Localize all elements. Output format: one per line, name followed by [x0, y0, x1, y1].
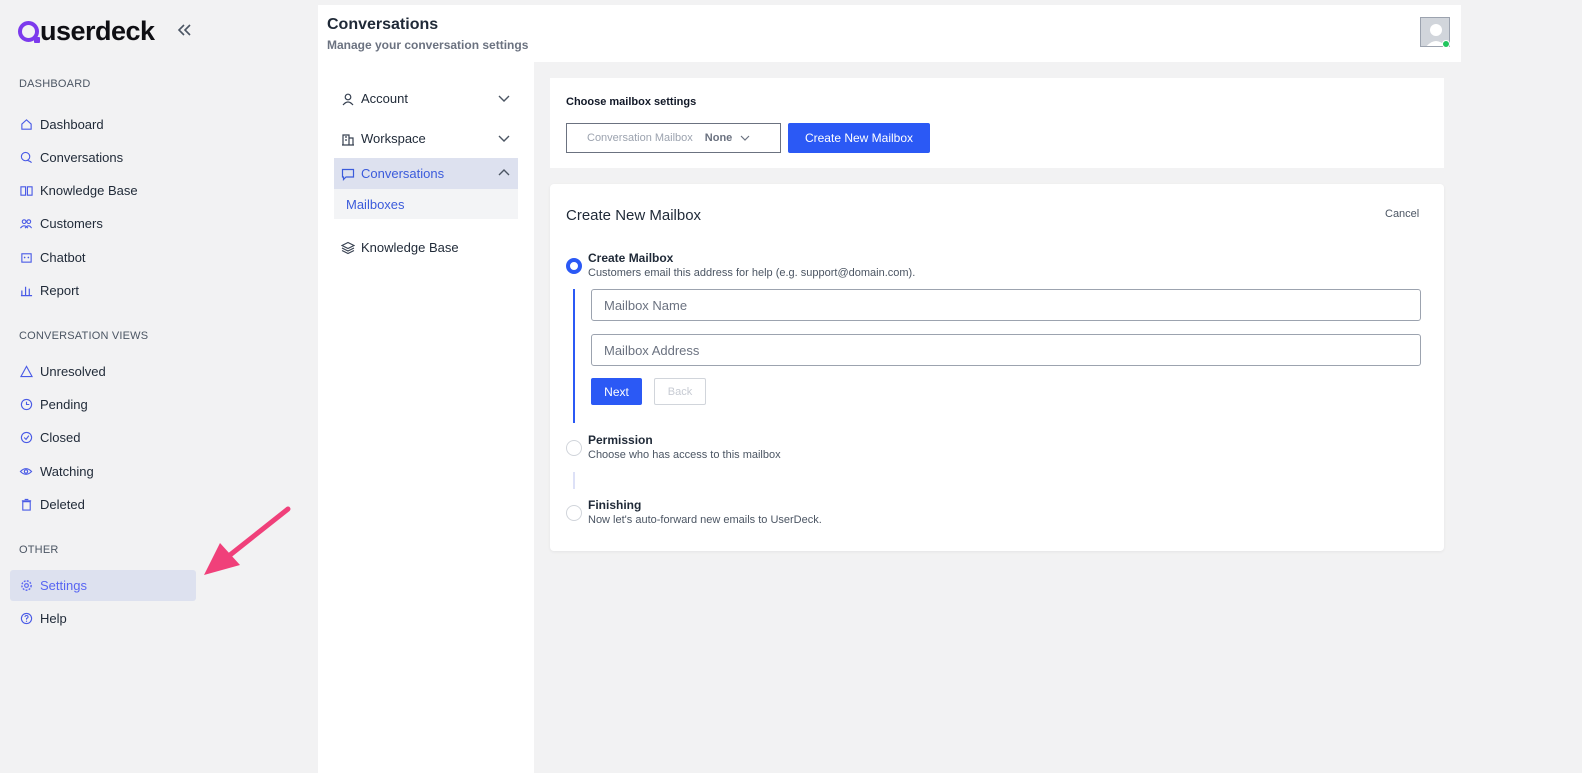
subnav-item-account[interactable]: Account: [334, 83, 518, 114]
step-indicator-create-mailbox: [566, 258, 582, 274]
collapse-sidebar-button[interactable]: [176, 20, 192, 40]
sidebar-item-label: Closed: [40, 430, 81, 445]
step-connector: [573, 472, 575, 489]
user-icon: [341, 92, 355, 106]
step-title: Create Mailbox: [588, 251, 674, 265]
subnav-child-mailboxes[interactable]: Mailboxes: [334, 189, 518, 219]
step-indicator-permission: [566, 440, 582, 456]
settings-subnav: Account Workspace Conversations Mailboxe…: [318, 62, 534, 773]
clock-icon: [19, 398, 33, 412]
sidebar-item-conversations[interactable]: Conversations: [10, 142, 196, 173]
message-icon: [341, 167, 355, 181]
sidebar-item-label: Knowledge Base: [40, 183, 138, 198]
create-new-mailbox-button[interactable]: Create New Mailbox: [788, 123, 930, 153]
sidebar-item-deleted[interactable]: Deleted: [10, 489, 196, 520]
step-description: Customers email this address for help (e…: [588, 267, 916, 279]
subnav-item-label: Conversations: [361, 166, 445, 181]
annotation-arrow-icon: [204, 506, 291, 575]
chevron-up-icon: [498, 167, 510, 179]
section-label-conversation-views: CONVERSATION VIEWS: [19, 330, 149, 342]
back-button[interactable]: Back: [654, 378, 706, 405]
step-title: Permission: [588, 433, 653, 447]
sidebar-item-label: Settings: [40, 578, 87, 593]
conversation-mailbox-select[interactable]: Conversation Mailbox None: [566, 123, 781, 153]
select-label: Conversation Mailbox: [587, 132, 693, 144]
mailbox-settings-card: Choose mailbox settings Conversation Mai…: [550, 78, 1444, 168]
subnav-item-knowledge-base[interactable]: Knowledge Base: [334, 232, 518, 263]
sidebar-item-unresolved[interactable]: Unresolved: [10, 356, 196, 387]
sidebar-item-label: Help: [40, 611, 67, 626]
logo[interactable]: userdeck: [18, 17, 155, 45]
online-status-dot: [1442, 40, 1450, 48]
sidebar-item-label: Unresolved: [40, 364, 106, 379]
mailbox-address-input[interactable]: [591, 334, 1421, 366]
sidebar-item-customers[interactable]: Customers: [10, 208, 196, 239]
sidebar-item-label: Dashboard: [40, 117, 104, 132]
sidebar-item-report[interactable]: Report: [10, 275, 196, 306]
mailbox-settings-title: Choose mailbox settings: [566, 96, 697, 108]
logo-text: userdeck: [40, 16, 155, 46]
section-label-dashboard: DASHBOARD: [19, 78, 91, 90]
mailbox-name-input[interactable]: [591, 289, 1421, 321]
book-icon: [19, 184, 33, 198]
step-indicator-finishing: [566, 505, 582, 521]
page-title: Conversations: [327, 16, 439, 33]
cancel-button[interactable]: Cancel: [1385, 208, 1419, 220]
sidebar-item-label: Conversations: [40, 150, 124, 165]
warning-icon: [19, 365, 33, 379]
next-button[interactable]: Next: [591, 378, 642, 405]
subnav-item-label: Account: [361, 91, 408, 106]
sidebar-item-dashboard[interactable]: Dashboard: [10, 109, 196, 140]
settings-content: Choose mailbox settings Conversation Mai…: [534, 62, 1461, 773]
sidebar-item-label: Deleted: [40, 497, 85, 512]
layers-icon: [341, 241, 355, 255]
create-mailbox-card: Create New Mailbox Cancel Create Mailbox…: [550, 184, 1444, 551]
gear-icon: [19, 579, 33, 593]
bot-icon: [19, 251, 33, 265]
logo-mark-icon: [18, 20, 40, 43]
sidebar-item-watching[interactable]: Watching: [10, 456, 196, 487]
page-subtitle: Manage your conversation settings: [327, 38, 529, 52]
step-description: Now let's auto-forward new emails to Use…: [588, 514, 822, 526]
subnav-item-label: Workspace: [361, 131, 426, 146]
sidebar-item-help[interactable]: Help: [10, 603, 196, 634]
step-connector: [573, 289, 575, 423]
sidebar-item-label: Chatbot: [40, 250, 86, 265]
subnav-item-label: Knowledge Base: [361, 240, 459, 255]
sidebar-item-label: Customers: [40, 216, 103, 231]
section-label-other: OTHER: [19, 544, 59, 556]
sidebar-item-label: Watching: [40, 464, 94, 479]
page-header: Conversations Manage your conversation s…: [318, 5, 1461, 62]
select-value: None: [704, 132, 733, 144]
step-title: Finishing: [588, 498, 642, 512]
sidebar-item-closed[interactable]: Closed: [10, 422, 196, 453]
sidebar-item-label: Report: [40, 283, 80, 298]
help-icon: [19, 612, 33, 626]
sidebar-item-label: Pending: [40, 397, 88, 412]
main-panel: Conversations Manage your conversation s…: [318, 5, 1461, 773]
sidebar-item-knowledge-base[interactable]: Knowledge Base: [10, 175, 196, 206]
subnav-item-conversations[interactable]: Conversations: [334, 158, 518, 189]
step-description: Choose who has access to this mailbox: [588, 449, 781, 461]
chat-icon: [19, 151, 33, 165]
bar-chart-icon: [19, 284, 33, 298]
eye-icon: [19, 465, 33, 479]
sidebar: userdeck DASHBOARD Dashboard Conversatio…: [0, 0, 318, 773]
create-mailbox-title: Create New Mailbox: [566, 207, 702, 224]
check-circle-icon: [19, 431, 33, 445]
chevron-down-icon: [498, 92, 510, 104]
sidebar-item-chatbot[interactable]: Chatbot: [10, 242, 196, 273]
users-icon: [19, 217, 33, 231]
sidebar-item-settings[interactable]: Settings: [10, 570, 196, 601]
chevron-down-icon: [498, 132, 510, 144]
home-icon: [19, 118, 33, 132]
trash-icon: [19, 498, 33, 512]
subnav-item-workspace[interactable]: Workspace: [334, 123, 518, 154]
chevron-down-icon: [740, 133, 750, 143]
building-icon: [341, 132, 355, 146]
sidebar-item-pending[interactable]: Pending: [10, 389, 196, 420]
